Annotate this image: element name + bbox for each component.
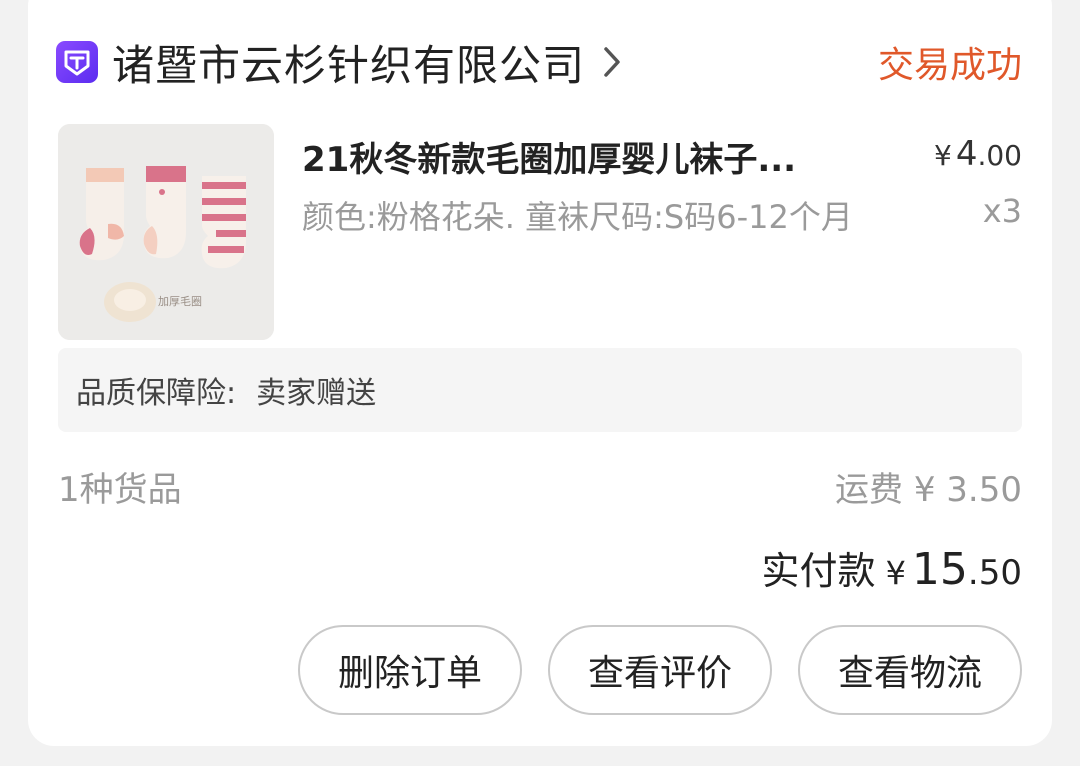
product-thumbnail[interactable]: 加厚毛圈 <box>58 124 274 340</box>
order-status: 交易成功 <box>877 45 1022 86</box>
view-review-button[interactable]: 查看评价 <box>548 625 772 715</box>
price-decimal: .00 <box>977 139 1022 172</box>
shipping-currency: ¥ <box>913 470 936 510</box>
total-paid: 实付款 ¥ 15.50 <box>762 540 1022 595</box>
price-integer: 4 <box>955 134 978 174</box>
item-count: 1种货品 <box>58 470 182 510</box>
insurance-value: 卖家赠送 <box>256 376 377 411</box>
product-spec: 颜色:粉格花朵. 童袜尺码:S码6-12个月 <box>302 198 853 236</box>
product-price: ¥4.00 <box>934 134 1022 174</box>
quality-insurance-row[interactable]: 品质保障险: 卖家赠送 <box>58 348 1022 432</box>
shipping-amount: 3.50 <box>946 470 1022 510</box>
total-integer: 15 <box>911 544 968 595</box>
chevron-right-icon[interactable] <box>603 46 621 82</box>
insurance-label: 品质保障险: <box>76 376 237 411</box>
total-label: 实付款 <box>761 549 876 593</box>
shipping-fee: 运费 ¥ 3.50 <box>835 462 1022 511</box>
product-title[interactable]: 21秋冬新款毛圈加厚婴儿袜子... <box>302 132 862 181</box>
shop-header[interactable]: 诸暨市云杉针织有限公司 交易成功 <box>56 30 1022 94</box>
shop-name[interactable]: 诸暨市云杉针织有限公司 <box>112 32 585 93</box>
price-currency: ¥ <box>934 139 952 172</box>
order-actions: 删除订单 查看评价 查看物流 <box>298 625 1022 715</box>
shipping-label: 运费 <box>835 470 904 510</box>
product-quantity: x3 <box>982 192 1022 230</box>
total-decimal: .50 <box>967 553 1022 593</box>
shop-badge-icon <box>56 41 98 83</box>
delete-order-button[interactable]: 删除订单 <box>298 625 522 715</box>
thumbnail-caption: 加厚毛圈 <box>158 295 202 308</box>
total-currency: ¥ <box>885 554 906 592</box>
view-logistics-button[interactable]: 查看物流 <box>798 625 1022 715</box>
